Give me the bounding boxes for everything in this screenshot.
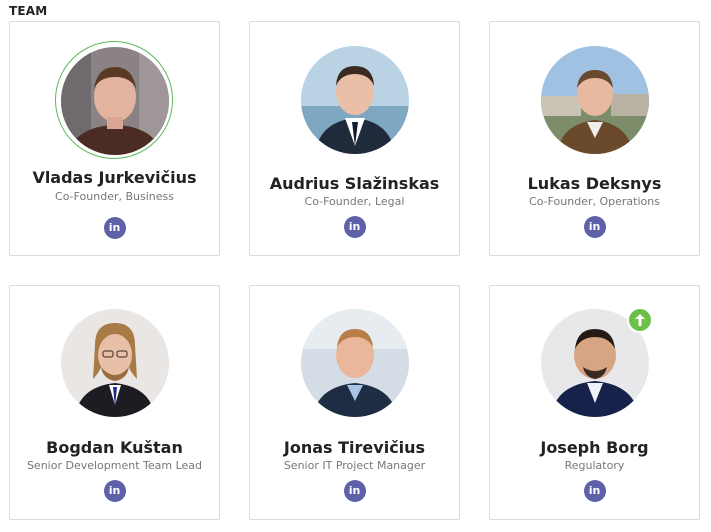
member-role: Regulatory <box>564 459 625 472</box>
profile-photo <box>540 46 649 154</box>
linkedin-icon[interactable]: in <box>583 480 606 502</box>
member-name: Joseph Borg <box>540 438 649 457</box>
linkedin-icon[interactable]: in <box>343 216 366 238</box>
linkedin-icon[interactable]: in <box>103 480 126 502</box>
highlight-ring <box>54 41 173 159</box>
member-role: Co-Founder, Operations <box>529 195 660 208</box>
avatar <box>300 46 409 154</box>
arrow-up-icon <box>626 307 653 333</box>
profile-photo <box>60 309 169 417</box>
linkedin-icon[interactable]: in <box>343 480 366 502</box>
team-member-card: Jonas Tirevičius Senior IT Project Manag… <box>249 285 460 520</box>
member-role: Senior IT Project Manager <box>283 459 426 472</box>
avatar <box>540 46 649 154</box>
member-name: Audrius Slažinskas <box>269 174 440 193</box>
team-member-card: Lukas Deksnys Co-Founder, Operations in <box>489 21 700 256</box>
team-member-card: Bogdan Kuštan Senior Development Team Le… <box>9 285 220 520</box>
member-name: Bogdan Kuštan <box>46 438 183 457</box>
team-member-card: Joseph Borg Regulatory in <box>489 285 700 520</box>
avatar <box>300 309 409 417</box>
avatar <box>540 307 653 417</box>
member-role: Co-Founder, Legal <box>304 195 405 208</box>
member-name: Lukas Deksnys <box>527 174 662 193</box>
linkedin-icon[interactable]: in <box>103 217 126 239</box>
member-name: Vladas Jurkevičius <box>32 168 197 187</box>
team-member-card: Audrius Slažinskas Co-Founder, Legal in <box>249 21 460 256</box>
avatar <box>54 41 173 159</box>
avatar <box>60 309 169 417</box>
profile-photo <box>300 46 409 154</box>
linkedin-icon[interactable]: in <box>583 216 606 238</box>
team-member-card: Vladas Jurkevičius Co-Founder, Business … <box>9 21 220 256</box>
member-name: Jonas Tirevičius <box>283 438 426 457</box>
section-title: TEAM <box>9 4 48 18</box>
profile-photo <box>300 309 409 417</box>
member-role: Senior Development Team Lead <box>26 459 203 472</box>
member-role: Co-Founder, Business <box>55 190 174 203</box>
